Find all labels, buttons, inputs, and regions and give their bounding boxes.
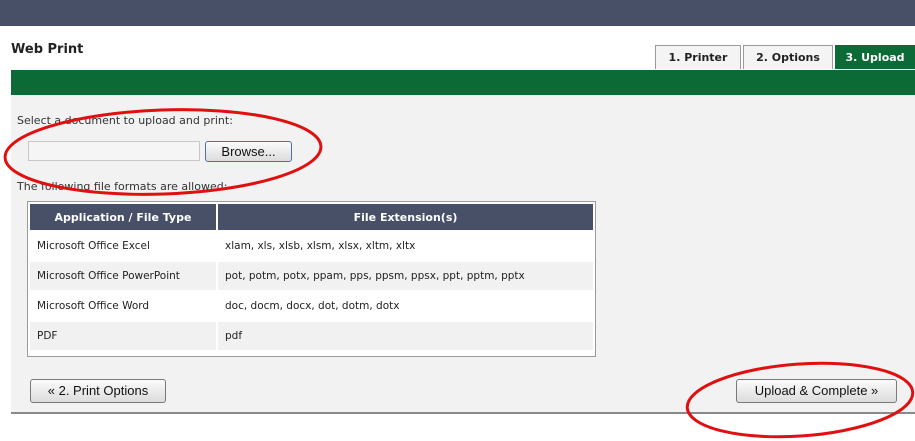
annotation-circle-complete [685,361,915,439]
annotation-overlay [3,108,915,439]
annotation-circle-upload [3,108,323,196]
